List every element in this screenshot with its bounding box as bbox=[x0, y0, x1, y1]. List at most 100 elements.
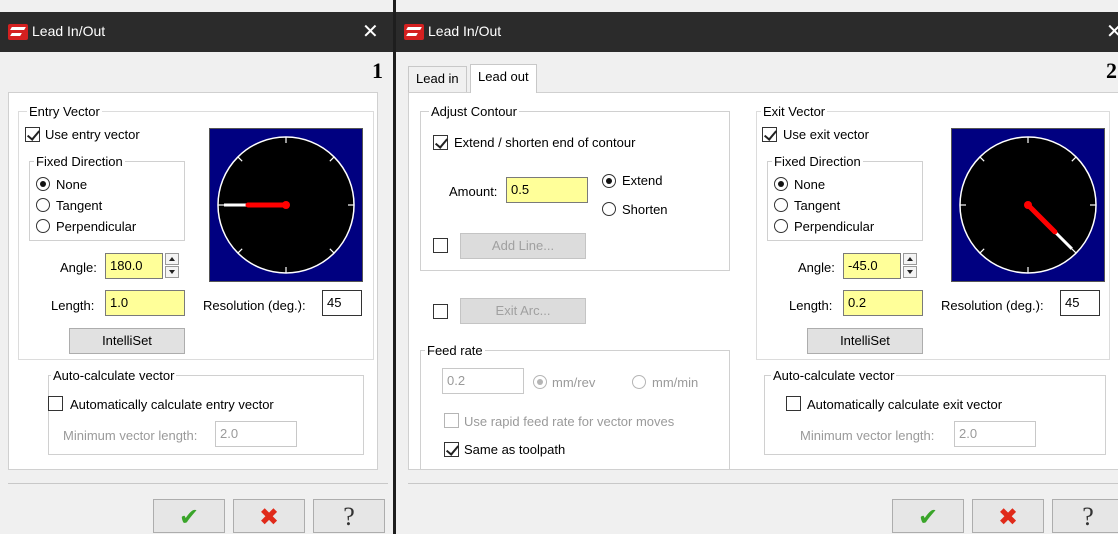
radio-mm-rev-label: mm/rev bbox=[552, 375, 596, 390]
question-icon: ? bbox=[1082, 502, 1094, 531]
same-as-toolpath-checkbox[interactable] bbox=[444, 442, 459, 457]
title-bar: Lead In/Out ✕ bbox=[0, 12, 393, 52]
rapid-feed-label: Use rapid feed rate for vector moves bbox=[464, 414, 675, 429]
radio-none-label: None bbox=[56, 177, 88, 192]
tab-lead-in[interactable]: Lead in bbox=[408, 66, 467, 92]
spin-up-icon[interactable] bbox=[165, 253, 179, 265]
radio-tangent[interactable] bbox=[774, 198, 788, 212]
auto-calculate-group: Auto-calculate vector bbox=[764, 368, 1106, 455]
resolution-input[interactable]: 45 bbox=[1060, 290, 1100, 316]
min-vector-length-input[interactable]: 2.0 bbox=[954, 421, 1036, 447]
auto-calculate-label: Auto-calculate vector bbox=[51, 368, 177, 383]
intelliset-button[interactable]: IntelliSet bbox=[807, 328, 923, 354]
radio-tangent-label: Tangent bbox=[794, 198, 841, 213]
use-entry-vector-label: Use entry vector bbox=[45, 127, 140, 142]
radio-none[interactable] bbox=[774, 177, 788, 191]
help-button[interactable]: ? bbox=[1052, 499, 1118, 533]
vector-origin bbox=[282, 201, 290, 209]
angle-input[interactable]: 180.0 bbox=[105, 253, 163, 279]
auto-calculate-checkbox[interactable] bbox=[48, 396, 63, 411]
close-icon[interactable]: ✕ bbox=[1106, 19, 1118, 43]
tab-lead-out[interactable]: Lead out bbox=[470, 64, 537, 93]
radio-extend[interactable] bbox=[602, 174, 616, 188]
help-button[interactable]: ? bbox=[313, 499, 385, 533]
length-input[interactable]: 0.2 bbox=[843, 290, 923, 316]
vector-origin bbox=[1024, 201, 1032, 209]
intelliset-button[interactable]: IntelliSet bbox=[69, 328, 185, 354]
auto-calculate-check-label: Automatically calculate exit vector bbox=[807, 397, 1003, 412]
exit-arc-button[interactable]: Exit Arc... bbox=[460, 298, 586, 324]
length-input[interactable]: 1.0 bbox=[105, 290, 185, 316]
angle-label: Angle: bbox=[60, 260, 97, 275]
use-exit-vector-checkbox[interactable] bbox=[762, 127, 777, 142]
radio-mm-min-label: mm/min bbox=[652, 375, 699, 390]
close-icon[interactable]: ✕ bbox=[362, 19, 379, 43]
exit-arc-checkbox[interactable] bbox=[433, 304, 448, 319]
vector-clock[interactable] bbox=[951, 128, 1105, 282]
app-icon bbox=[404, 24, 424, 40]
check-icon: ✔ bbox=[178, 503, 200, 531]
add-line-checkbox[interactable] bbox=[433, 238, 448, 253]
app-icon bbox=[8, 24, 28, 40]
radio-mm-rev[interactable] bbox=[533, 375, 547, 389]
add-line-button[interactable]: Add Line... bbox=[460, 233, 586, 259]
radio-mm-min[interactable] bbox=[632, 375, 646, 389]
radio-shorten-label: Shorten bbox=[622, 202, 668, 217]
footer-divider bbox=[8, 483, 388, 484]
ok-button[interactable]: ✔ bbox=[892, 499, 964, 533]
radio-tangent-label: Tangent bbox=[56, 198, 103, 213]
amount-input[interactable]: 0.5 bbox=[506, 177, 588, 203]
angle-spinner[interactable] bbox=[903, 253, 917, 278]
question-icon: ? bbox=[343, 502, 355, 531]
radio-none-label: None bbox=[794, 177, 826, 192]
angle-spinner[interactable] bbox=[165, 253, 179, 278]
ok-button[interactable]: ✔ bbox=[153, 499, 225, 533]
use-entry-vector-checkbox[interactable] bbox=[25, 127, 40, 142]
window-title: Lead In/Out bbox=[428, 23, 502, 39]
rapid-feed-checkbox[interactable] bbox=[444, 413, 459, 428]
radio-extend-label: Extend bbox=[622, 173, 663, 188]
cancel-button[interactable]: ✖ bbox=[233, 499, 305, 533]
radio-tangent[interactable] bbox=[36, 198, 50, 212]
exit-vector-label: Exit Vector bbox=[761, 104, 828, 119]
x-icon: ✖ bbox=[258, 503, 280, 531]
same-as-toolpath-label: Same as toolpath bbox=[464, 442, 566, 457]
lead-in-out-dialog-2: Lead In/Out ✕ 2 Lead in Lead out Adjust … bbox=[396, 0, 1118, 534]
length-label: Length: bbox=[51, 298, 95, 313]
radio-perpendicular[interactable] bbox=[36, 219, 50, 233]
angle-label: Angle: bbox=[798, 260, 835, 275]
angle-input[interactable]: -45.0 bbox=[843, 253, 901, 279]
auto-calculate-group: Auto-calculate vector bbox=[48, 368, 364, 455]
step-badge: 1 bbox=[372, 58, 383, 83]
x-icon: ✖ bbox=[997, 503, 1019, 531]
cancel-button[interactable]: ✖ bbox=[972, 499, 1044, 533]
fixed-direction-label: Fixed Direction bbox=[772, 154, 863, 169]
min-vector-length-label: Minimum vector length: bbox=[800, 428, 935, 443]
step-badge: 2 bbox=[1106, 58, 1117, 83]
min-vector-length-input[interactable]: 2.0 bbox=[215, 421, 297, 447]
min-vector-length-label: Minimum vector length: bbox=[63, 428, 198, 443]
entry-vector-label: Entry Vector bbox=[27, 104, 102, 119]
amount-label: Amount: bbox=[449, 184, 498, 199]
resolution-label: Resolution (deg.): bbox=[203, 298, 306, 313]
title-bar: Lead In/Out ✕ bbox=[396, 12, 1118, 52]
adjust-contour-label: Adjust Contour bbox=[429, 104, 519, 119]
radio-perpendicular[interactable] bbox=[774, 219, 788, 233]
radio-perpendicular-label: Perpendicular bbox=[794, 219, 875, 234]
use-exit-vector-label: Use exit vector bbox=[783, 127, 869, 142]
radio-none[interactable] bbox=[36, 177, 50, 191]
resolution-input[interactable]: 45 bbox=[322, 290, 362, 316]
lead-in-out-dialog-1: Lead In/Out ✕ 1 Entry Vector Use entry v… bbox=[0, 0, 393, 534]
extend-shorten-checkbox[interactable] bbox=[433, 135, 448, 150]
window-title: Lead In/Out bbox=[32, 23, 106, 39]
check-icon: ✔ bbox=[917, 503, 939, 531]
vector-clock[interactable] bbox=[209, 128, 363, 282]
radio-shorten[interactable] bbox=[602, 202, 616, 216]
spin-up-icon[interactable] bbox=[903, 253, 917, 265]
auto-calculate-checkbox[interactable] bbox=[786, 396, 801, 411]
length-label: Length: bbox=[789, 298, 833, 313]
feed-rate-input[interactable]: 0.2 bbox=[442, 368, 524, 394]
feed-rate-label: Feed rate bbox=[425, 343, 485, 358]
spin-down-icon[interactable] bbox=[165, 266, 179, 278]
spin-down-icon[interactable] bbox=[903, 266, 917, 278]
